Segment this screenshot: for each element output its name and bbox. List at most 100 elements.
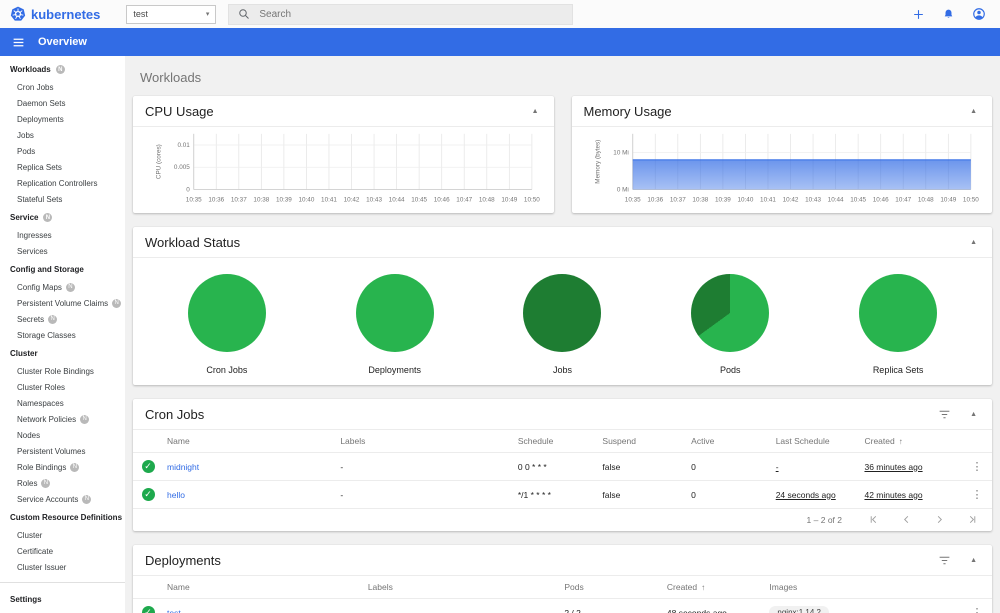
workload-status-pods: Pods [691, 274, 770, 375]
filter-list-icon[interactable] [938, 408, 951, 421]
sidebar-item-role-bindings[interactable]: Role Bindings N [0, 459, 125, 475]
sidebar-item-stateful-sets[interactable]: Stateful Sets [0, 191, 125, 207]
sidebar-item-label: Persistent Volume Claims [17, 298, 109, 308]
column-header-last-schedule[interactable]: Last Schedule [771, 430, 861, 453]
pie-label: Replica Sets [872, 365, 924, 375]
new-count-badge: N [41, 478, 51, 488]
sidebar-item-cluster-roles[interactable]: Cluster Roles [0, 379, 125, 395]
column-header-active[interactable]: Active [687, 430, 772, 453]
bell-icon[interactable] [942, 8, 955, 21]
row-menu-cell: ⋮ [962, 598, 992, 613]
sidebar-item-replication-controllers[interactable]: Replication Controllers [0, 175, 125, 191]
chevron-right-icon[interactable] [934, 514, 945, 525]
deployment-name-link[interactable]: test [167, 608, 181, 613]
sidebar-item-ingresses[interactable]: Ingresses [0, 227, 125, 243]
svg-text:10:43: 10:43 [805, 196, 821, 203]
pie-label: Pods [720, 365, 741, 375]
cron-job-created-cell: 36 minutes ago [860, 452, 962, 481]
deployment-row: ✓ test -2 / 2 48 seconds ago nginx:1.14.2 ⋮ [133, 598, 992, 613]
new-count-badge: N [80, 414, 90, 424]
collapse-caret-icon[interactable]: ▲ [967, 555, 980, 566]
workload-status-pies: Cron Jobs Deployments Jobs Pods Replica Sets [133, 258, 992, 385]
namespace-selector[interactable]: test ▾ [126, 4, 217, 24]
sidebar-item-storage-classes[interactable]: Storage Classes [0, 327, 125, 343]
collapse-caret-icon[interactable]: ▲ [529, 106, 542, 117]
page-title: Workloads [140, 70, 202, 85]
first-page-icon[interactable] [868, 514, 879, 525]
column-header-images[interactable]: Images [765, 576, 962, 599]
column-header-name[interactable]: Name [163, 576, 364, 599]
sidebar-item-service-accounts[interactable]: Service Accounts N [0, 491, 125, 507]
workload-status-jobs: Jobs [523, 274, 602, 375]
search-icon [239, 9, 250, 19]
svg-text:0 Mi: 0 Mi [616, 187, 628, 194]
new-count-badge: N [82, 494, 92, 504]
plus-icon[interactable] [912, 8, 925, 21]
sidebar-item-label: Daemon Sets [17, 98, 66, 108]
column-header-suspend[interactable]: Suspend [598, 430, 688, 453]
sidebar-item-namespaces[interactable]: Namespaces [0, 395, 125, 411]
column-header-pods[interactable]: Pods [560, 576, 663, 599]
sidebar-item-roles[interactable]: Roles N [0, 475, 125, 491]
sidebar-item-label: Certificate [17, 546, 54, 556]
status-column-header [133, 576, 163, 599]
search-bar[interactable] [228, 3, 574, 25]
sidebar-item-nodes[interactable]: Nodes [0, 427, 125, 443]
kebab-menu-icon[interactable]: ⋮ [966, 460, 988, 473]
sidebar-item-daemon-sets[interactable]: Daemon Sets [0, 95, 125, 111]
sidebar-item-pods[interactable]: Pods [0, 143, 125, 159]
column-header-name[interactable]: Name [163, 430, 337, 453]
sidebar-section-config-and-storage[interactable]: Config and Storage [0, 259, 125, 279]
sidebar-item-persistent-volume-claims[interactable]: Persistent Volume Claims N [0, 295, 125, 311]
sidebar-item-secrets[interactable]: Secrets N [0, 311, 125, 327]
kebab-menu-icon[interactable]: ⋮ [966, 606, 988, 613]
sidebar-item-about[interactable]: About [0, 609, 125, 613]
sidebar-item-persistent-volumes[interactable]: Persistent Volumes [0, 443, 125, 459]
sidebar-item-cron-jobs[interactable]: Cron Jobs [0, 79, 125, 95]
svg-text:10:35: 10:35 [186, 196, 202, 203]
svg-text:10:42: 10:42 [782, 196, 798, 203]
sidebar-section-workloads[interactable]: Workloads N [0, 59, 125, 79]
deployments-table: Name Labels Pods Created ↑ Images ✓ test -2 / 2… [133, 576, 992, 613]
collapse-caret-icon[interactable]: ▲ [967, 106, 980, 117]
sidebar-section-cluster[interactable]: Cluster [0, 343, 125, 363]
svg-text:10:36: 10:36 [647, 196, 663, 203]
sidebar-item-network-policies[interactable]: Network Policies N [0, 411, 125, 427]
sidebar-section-service[interactable]: Service N [0, 207, 125, 227]
collapse-caret-icon[interactable]: ▲ [967, 409, 980, 420]
search-input[interactable] [259, 8, 564, 20]
last-page-icon[interactable] [967, 514, 978, 525]
sidebar-item-services[interactable]: Services [0, 243, 125, 259]
cpu-usage-card: CPU Usage ▲ 10:35 10:36 10:37 10:38 10:39 10:… [133, 96, 554, 213]
column-header-labels[interactable]: Labels [336, 430, 514, 453]
sidebar-item-cluster[interactable]: Cluster [0, 527, 125, 543]
column-header-labels[interactable]: Labels [363, 576, 561, 599]
filter-list-icon[interactable] [938, 554, 951, 567]
cron-job-name-link[interactable]: hello [167, 490, 185, 500]
column-header-created[interactable]: Created ↑ [860, 430, 962, 453]
chevron-left-icon[interactable] [901, 514, 912, 525]
kubernetes-logo-icon [10, 6, 26, 21]
sidebar-section-custom-resource-definitions[interactable]: Custom Resource Definitions [0, 507, 125, 527]
sidebar-item-label: Cron Jobs [17, 82, 54, 92]
sidebar-item-replica-sets[interactable]: Replica Sets [0, 159, 125, 175]
pie-chart-jobs [523, 274, 602, 352]
account-icon[interactable] [972, 7, 986, 21]
sidebar-item-certificate[interactable]: Certificate [0, 543, 125, 559]
sidebar-item-cluster-issuer[interactable]: Cluster Issuer [0, 559, 125, 575]
collapse-caret-icon[interactable]: ▲ [967, 237, 980, 248]
column-header-schedule[interactable]: Schedule [513, 430, 599, 453]
sidebar-item-jobs[interactable]: Jobs [0, 127, 125, 143]
new-count-badge: N [43, 213, 53, 222]
column-header-created[interactable]: Created ↑ [662, 576, 766, 599]
pagination-range: 1 – 2 of 2 [806, 514, 842, 525]
sidebar-item-settings[interactable]: Settings [0, 589, 125, 609]
sidebar-item-label: Services [17, 246, 48, 256]
menu-icon[interactable] [12, 36, 25, 49]
kebab-menu-icon[interactable]: ⋮ [966, 488, 988, 501]
cron-job-name-link[interactable]: midnight [167, 462, 199, 472]
sidebar-item-config-maps[interactable]: Config Maps N [0, 279, 125, 295]
sidebar-item-deployments[interactable]: Deployments [0, 111, 125, 127]
kubernetes-logo[interactable]: kubernetes [10, 6, 100, 22]
sidebar-item-cluster-role-bindings[interactable]: Cluster Role Bindings [0, 363, 125, 379]
